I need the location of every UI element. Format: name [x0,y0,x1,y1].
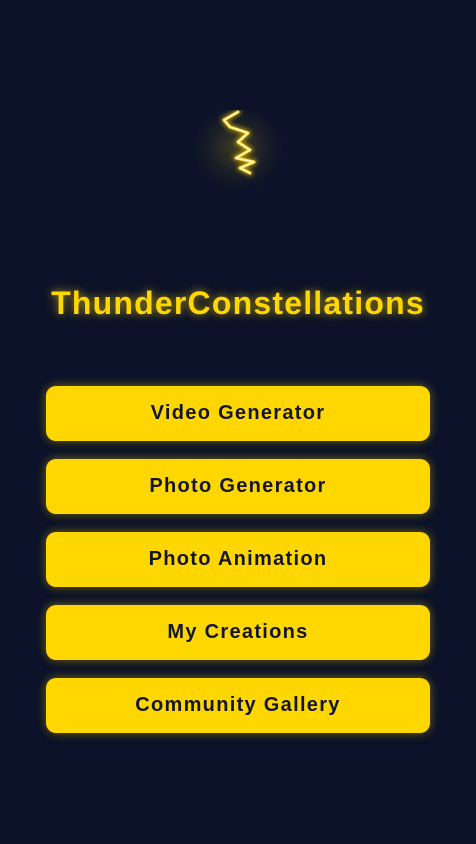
my-creations-button[interactable]: My Creations [46,605,430,660]
photo-animation-button[interactable]: Photo Animation [46,532,430,587]
community-gallery-button[interactable]: Community Gallery [46,678,430,733]
photo-generator-button[interactable]: Photo Generator [46,459,430,514]
video-generator-button[interactable]: Video Generator [46,386,430,441]
home-screen: ThunderConstellations Video Generator Ph… [0,0,476,844]
main-menu: Video Generator Photo Generator Photo An… [46,386,430,733]
lightning-bolt-icon [188,110,288,200]
app-title: ThunderConstellations [51,285,425,321]
